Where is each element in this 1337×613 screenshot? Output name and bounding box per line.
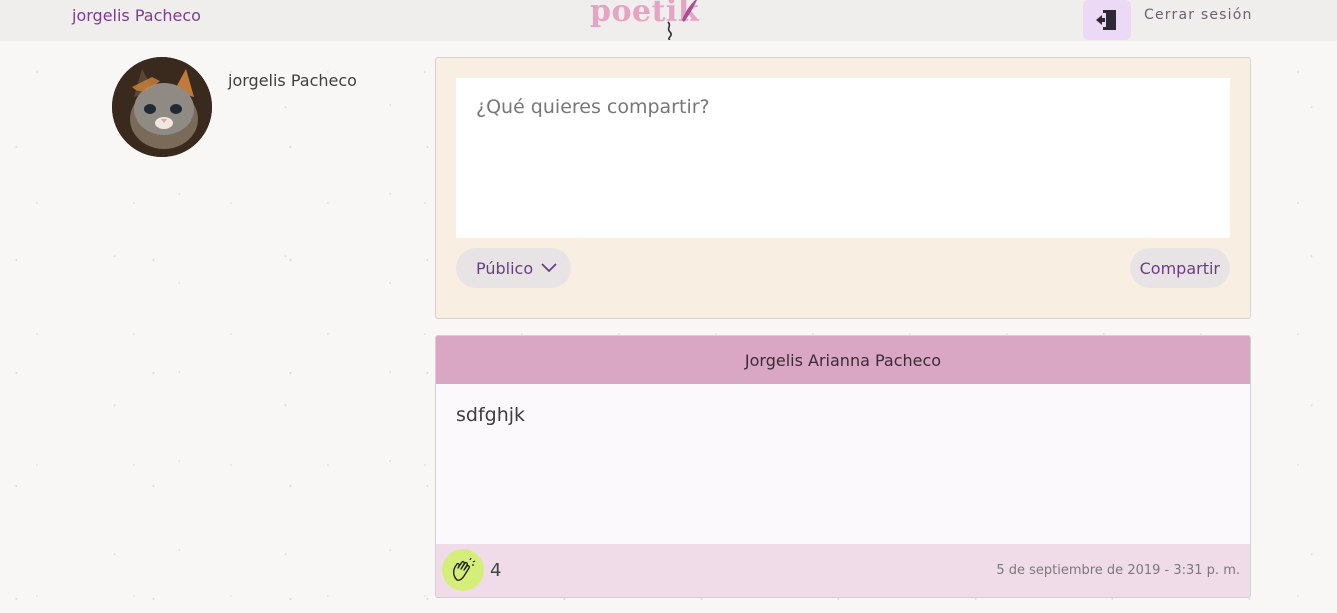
privacy-label: Público xyxy=(476,258,534,278)
share-button[interactable]: Compartir xyxy=(1129,248,1230,288)
logout-link[interactable]: Cerrar sesión xyxy=(1144,7,1253,23)
post-timestamp: 5 de septiembre de 2019 - 3:31 p. m. xyxy=(996,563,1240,578)
feather-icon xyxy=(667,0,697,40)
navbar-user-name[interactable]: jorgelis Pacheco xyxy=(72,6,201,25)
clap-button[interactable] xyxy=(442,549,484,591)
post-content: sdfghjk xyxy=(456,404,526,426)
logout-door-icon xyxy=(1096,10,1116,30)
post-author[interactable]: Jorgelis Arianna Pacheco xyxy=(436,336,1250,384)
compose-textarea[interactable] xyxy=(456,78,1230,238)
app-logo[interactable]: poetik xyxy=(590,0,700,40)
clapping-hands-icon xyxy=(452,557,476,581)
clap-count: 4 xyxy=(490,560,502,581)
post-footer: 4 5 de septiembre de 2019 - 3:31 p. m. xyxy=(436,544,1250,597)
post-card: Jorgelis Arianna Pacheco sdfghjk 4 5 de … xyxy=(435,335,1251,598)
privacy-dropdown[interactable]: Público xyxy=(456,248,572,288)
kitten-photo xyxy=(112,57,212,157)
profile-name[interactable]: jorgelis Pacheco xyxy=(228,71,357,90)
logout-button[interactable] xyxy=(1083,0,1131,40)
compose-card: Público Compartir xyxy=(435,57,1251,319)
chevron-down-icon xyxy=(541,263,557,273)
avatar[interactable] xyxy=(112,57,212,157)
top-navbar: jorgelis Pacheco poetik Cerrar sesión xyxy=(0,0,1337,41)
